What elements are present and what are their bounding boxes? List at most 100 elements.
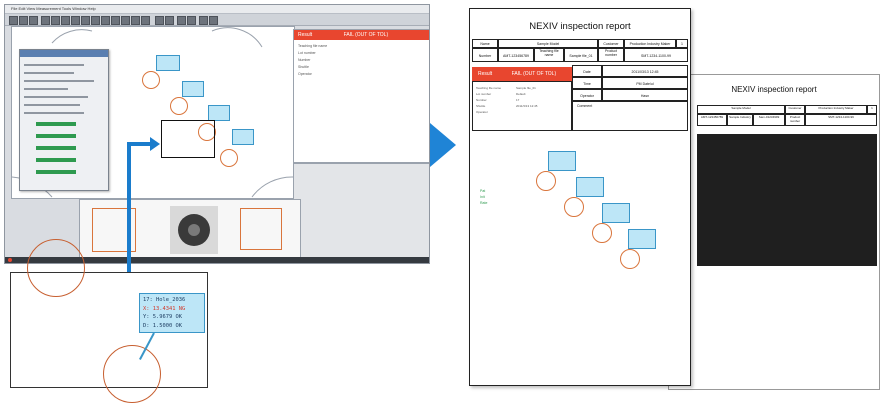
dialog-line [24, 72, 74, 74]
report2-cell: AMT-123456789 [697, 114, 727, 126]
report1-cell: Sample file_01 [564, 48, 598, 62]
dialog-line [24, 96, 88, 98]
report2-cell: Sample Industry [727, 114, 753, 126]
toolbar-button[interactable] [111, 16, 120, 25]
settings-dialog[interactable] [19, 49, 109, 191]
result-status: FAIL (OUT OF TOL) [511, 71, 557, 77]
toolbar-button[interactable] [131, 16, 140, 25]
tag-d-value: D: 1.5000 OK [143, 322, 182, 329]
report1-title: NEXIV inspection report [529, 21, 631, 32]
toolbar-button[interactable] [61, 16, 70, 25]
lower-right-panel [293, 163, 429, 259]
report1-cell: Name [472, 39, 498, 48]
toolbar-button[interactable] [165, 16, 174, 25]
toolbar-button[interactable] [199, 16, 208, 25]
camera-frame [240, 208, 282, 250]
result-label: Result [298, 32, 313, 38]
dialog-title-bar[interactable] [20, 50, 108, 57]
result-row: Operator [298, 72, 312, 76]
report2-cell: 1 [867, 105, 877, 114]
result-row: Lot number [298, 51, 316, 55]
status-light-icon [8, 258, 12, 262]
result-row: Shuttle [298, 65, 309, 69]
report-page-2: NEXIV inspection report Sample Model Cus… [668, 74, 880, 390]
connector-line [127, 146, 131, 272]
toolbar-button[interactable] [81, 16, 90, 25]
measurement-tag [602, 203, 630, 223]
dialog-line [24, 104, 80, 106]
report1-cell: Time [572, 77, 602, 89]
software-window: File Edit View Measurement Tools Window … [4, 4, 430, 264]
dialog-slider[interactable] [36, 122, 76, 126]
report1-comment: Comment [572, 101, 688, 131]
toolbar-button[interactable] [155, 16, 164, 25]
dialog-slider[interactable] [36, 146, 76, 150]
report1-cell: SMT-1234-1100-99 [624, 48, 688, 62]
hole-marker[interactable] [142, 71, 160, 89]
toolbar [5, 14, 429, 26]
hole-marker [564, 197, 584, 217]
report2-cell: Production Industry Maker [805, 105, 867, 114]
dialog-slider[interactable] [36, 170, 76, 174]
hole-marker [27, 239, 85, 297]
selection-rectangle [161, 120, 215, 158]
toolbar-button[interactable] [187, 16, 196, 25]
legend-mark: Rate [480, 201, 488, 205]
report1-cell: Operator [572, 89, 602, 101]
report1-info-labels: Teaching file name Lot number Number Shu… [476, 85, 501, 115]
toolbar-button[interactable] [51, 16, 60, 25]
measurement-tag [628, 229, 656, 249]
toolbar-button[interactable] [29, 16, 38, 25]
report1-cell: Number [472, 48, 498, 62]
result-row: Teaching file name [298, 44, 328, 48]
measurement-tag[interactable] [182, 81, 204, 97]
hole-marker [103, 345, 161, 403]
menu-items[interactable]: File Edit View Measurement Tools Window … [11, 6, 96, 11]
dialog-slider[interactable] [36, 158, 76, 162]
result-panel: Result FAIL (OUT OF TOL) Teaching file n… [293, 29, 429, 163]
report1-cell: Customer [598, 39, 624, 48]
zoom-inset: 17: Hole_2036 X: 13.4341 NG Y: 5.9679 OK… [10, 239, 208, 403]
dialog-slider[interactable] [36, 134, 76, 138]
measurement-tag [548, 151, 576, 171]
dialog-line [24, 88, 68, 90]
tag-x-value: X: 13.4341 NG [143, 305, 186, 312]
result-status: FAIL (OUT OF TOL) [343, 32, 389, 38]
report2-cell: Customer [785, 105, 805, 114]
toolbar-button[interactable] [41, 16, 50, 25]
toolbar-button[interactable] [101, 16, 110, 25]
hole-marker[interactable] [220, 149, 238, 167]
toolbar-button[interactable] [71, 16, 80, 25]
result-label: Result [478, 71, 493, 77]
report2-cell: Product number [785, 114, 805, 126]
report1-cell: 2011/03/13 12:45 [602, 65, 688, 77]
table-row [697, 260, 877, 267]
report1-cell: Hasn [602, 89, 688, 101]
info-label: Operator [476, 110, 488, 114]
report1-cell: 1 [676, 39, 688, 48]
measurement-tag[interactable] [232, 129, 254, 145]
hole-marker[interactable] [170, 97, 188, 115]
legend-mark: Init [480, 195, 485, 199]
measurement-tag[interactable] [156, 55, 180, 71]
dialog-line [24, 64, 84, 66]
report2-cell: Sam-01234999 [753, 114, 785, 126]
hole-marker [536, 171, 556, 191]
toolbar-button[interactable] [177, 16, 186, 25]
report1-result-banner: Result FAIL (OUT OF TOL) [472, 67, 572, 81]
toolbar-button[interactable] [91, 16, 100, 25]
camera-live [170, 206, 218, 254]
toolbar-button[interactable] [209, 16, 218, 25]
measurement-tag[interactable] [208, 105, 230, 121]
report1-cell: Production Industry Maker [624, 39, 676, 48]
toolbar-button[interactable] [19, 16, 28, 25]
info-value: 2011/3/13 12:45 [516, 104, 538, 108]
toolbar-button[interactable] [9, 16, 18, 25]
report1-cell: PM Date/ul [602, 77, 688, 89]
toolbar-button[interactable] [141, 16, 150, 25]
menu-bar[interactable]: File Edit View Measurement Tools Window … [5, 5, 429, 14]
report1-cell: Date [572, 65, 602, 77]
toolbar-button[interactable] [121, 16, 130, 25]
legend-mark: Pat [480, 189, 486, 193]
report1-cell: Teaching file name [534, 48, 564, 62]
